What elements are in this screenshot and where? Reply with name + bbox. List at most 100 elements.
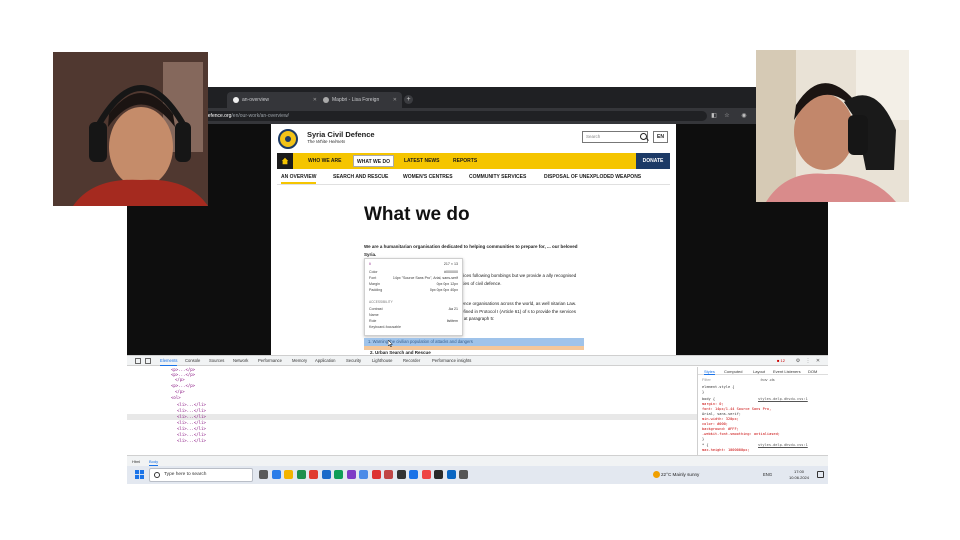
- taskbar-app-icon[interactable]: [284, 470, 293, 479]
- tooltip-key: Contrast: [369, 307, 383, 311]
- nav-who-we-are[interactable]: WHO WE ARE: [305, 153, 344, 169]
- windows-start-icon[interactable]: [135, 470, 144, 479]
- devtools-tab-performance[interactable]: Performance: [258, 356, 282, 366]
- breadcrumb-html[interactable]: Html: [132, 458, 140, 466]
- close-tab-icon[interactable]: ✕: [393, 97, 397, 103]
- profile-icon[interactable]: ◉: [741, 113, 747, 119]
- css-rule-line[interactable]: max-height: 1000000px;: [702, 448, 750, 453]
- devtools-tab-recorder[interactable]: Recorder: [403, 356, 420, 366]
- css-rule-line[interactable]: }: [702, 390, 704, 395]
- tab-computed[interactable]: Computed: [724, 368, 742, 375]
- device-toolbar-icon[interactable]: [145, 358, 151, 364]
- address-bar[interactable]: defence.org/en/our-work/an-overview/: [199, 111, 707, 121]
- dom-node[interactable]: <ol>: [171, 395, 181, 401]
- home-button[interactable]: [277, 153, 293, 169]
- more-options-icon[interactable]: ⋮: [805, 358, 811, 364]
- tab-styles[interactable]: Styles: [704, 368, 715, 375]
- issues-badge[interactable]: ■ 12: [777, 358, 789, 364]
- devtools-tab-console[interactable]: Console: [185, 356, 200, 366]
- inspect-element-icon[interactable]: [135, 358, 141, 364]
- devtools-tab-elements[interactable]: Elements: [160, 356, 178, 366]
- taskbar-app-icon[interactable]: [259, 470, 268, 479]
- subnav-disposal-weapons[interactable]: DISPOSAL OF UNEXPLODED WEAPONS: [544, 171, 641, 184]
- devtools-tab-network[interactable]: Network: [233, 356, 248, 366]
- site-logo[interactable]: [278, 129, 298, 149]
- hov-cls-toggle[interactable]: :hov .cls: [760, 377, 775, 383]
- css-text: min-width: 320px;: [702, 417, 739, 421]
- site-search-input[interactable]: Search: [582, 131, 648, 143]
- dom-node[interactable]: <li>...</li>: [177, 438, 206, 444]
- css-source-link[interactable]: styles.delp.dhvdu.css:1: [758, 443, 808, 448]
- css-text: }: [702, 437, 705, 441]
- css-text: max-height: 1000000px;: [702, 448, 750, 452]
- subnav-an-overview[interactable]: AN OVERVIEW: [281, 171, 317, 184]
- donate-button[interactable]: DONATE: [636, 153, 670, 169]
- search-icon[interactable]: [640, 133, 647, 140]
- taskbar-app-icon[interactable]: [359, 470, 368, 479]
- taskbar-app-icon[interactable]: [446, 470, 456, 479]
- nav-reports[interactable]: REPORTS: [450, 153, 480, 169]
- css-text: -webkit-font-smoothing: antialiased;: [702, 432, 780, 436]
- taskbar-app-icon[interactable]: [271, 470, 281, 479]
- tooltip-value: 0px 0px 12px: [436, 282, 458, 286]
- new-tab-button[interactable]: +: [404, 95, 413, 104]
- tooltip-key: Font: [369, 276, 377, 280]
- taskbar-app-icon[interactable]: [309, 470, 318, 479]
- taskbar-app-icon[interactable]: [296, 470, 306, 479]
- taskbar-app-icon[interactable]: [371, 470, 381, 479]
- taskbar-app-icon[interactable]: [421, 470, 431, 479]
- css-source-link[interactable]: styles.delp.dhvdu.css:1: [758, 397, 808, 402]
- css-rule-line[interactable]: -webkit-font-smoothing: antialiased;: [702, 432, 780, 437]
- devtools-tab-performance-insights[interactable]: Performance insights: [432, 356, 471, 366]
- settings-icon[interactable]: ⚙: [795, 358, 801, 364]
- webcam-overlay-right: [756, 50, 909, 202]
- weather-icon[interactable]: [653, 471, 660, 478]
- tab-event-listeners[interactable]: Event Listeners: [773, 368, 801, 375]
- page-heading: What we do: [364, 204, 470, 225]
- tab-label: an-overview: [242, 97, 269, 103]
- tab-layout[interactable]: Layout: [753, 368, 765, 375]
- devtools-tab-application[interactable]: Application: [315, 356, 336, 366]
- tab-dom[interactable]: DOM: [808, 368, 817, 375]
- css-rule-line[interactable]: element.style {: [702, 385, 734, 390]
- taskbar-app-icon[interactable]: [384, 470, 393, 479]
- breadcrumb-body[interactable]: Body: [149, 458, 159, 466]
- site-title[interactable]: Syria Civil Defence: [307, 130, 375, 139]
- tooltip-tag: li: [369, 262, 371, 266]
- tooltip-row: Padding 0px 0px 0px 40px: [369, 288, 458, 294]
- taskbar-app-icon[interactable]: [434, 470, 443, 479]
- devtools-tab-memory[interactable]: Memory: [292, 356, 307, 366]
- taskbar-search-input[interactable]: Type here to search: [149, 468, 253, 482]
- tooltip-value: #000000: [444, 270, 458, 274]
- nav-what-we-do[interactable]: WHAT WE DO: [353, 155, 394, 167]
- taskbar-app-icon[interactable]: [459, 470, 468, 479]
- subnav-community-services[interactable]: COMMUNITY SERVICES: [469, 171, 526, 184]
- clock[interactable]: 17:00 10.06.2024: [784, 469, 814, 480]
- devtools-tab-sources[interactable]: Sources: [209, 356, 224, 366]
- taskbar-app-icon[interactable]: [346, 470, 356, 479]
- language-switch[interactable]: EN: [653, 131, 668, 143]
- clock-date: 10.06.2024: [788, 474, 810, 480]
- bookmark-icon[interactable]: ☆: [724, 113, 730, 119]
- subnav-womens-centres[interactable]: WOMEN'S CENTRES: [403, 171, 453, 184]
- close-icon[interactable]: ✕: [815, 358, 821, 364]
- css-rule-line[interactable]: }: [702, 437, 704, 442]
- extension-icon[interactable]: ◧: [711, 113, 717, 119]
- subnav-search-and-rescue[interactable]: SEARCH AND RESCUE: [333, 171, 388, 184]
- tooltip-key: Name: [369, 313, 379, 317]
- taskbar-app-icon[interactable]: [396, 470, 406, 479]
- browser-tab[interactable]: Mapbri - Lisa Foreign ✕: [317, 92, 402, 108]
- devtools-tab-security[interactable]: Security: [346, 356, 361, 366]
- nav-latest-news[interactable]: LATEST NEWS: [401, 153, 442, 169]
- taskbar-app-icon[interactable]: [409, 470, 418, 479]
- highlighted-list-item[interactable]: 1. Warning the civilian population of at…: [364, 338, 584, 346]
- taskbar-app-icon[interactable]: [334, 470, 343, 479]
- browser-tab[interactable]: an-overview ✕: [227, 92, 322, 108]
- desktop-screen: an-overview ✕ Mapbri - Lisa Foreign ✕ + …: [127, 87, 828, 484]
- input-language[interactable]: ENG: [763, 470, 772, 480]
- weather-text[interactable]: 22°C Mainly sunny: [661, 470, 699, 480]
- notification-icon[interactable]: [817, 471, 824, 478]
- taskbar-app-icon[interactable]: [321, 470, 331, 479]
- devtools-tab-lighthouse[interactable]: Lighthouse: [372, 356, 393, 366]
- styles-filter-input[interactable]: Filter: [702, 377, 742, 383]
